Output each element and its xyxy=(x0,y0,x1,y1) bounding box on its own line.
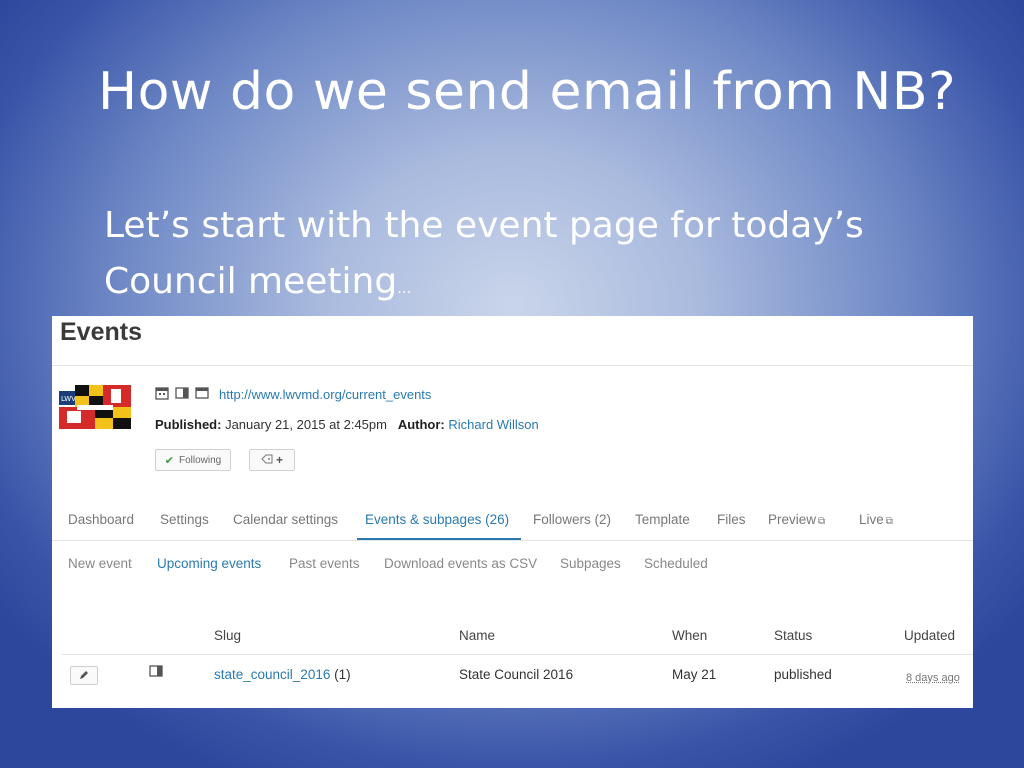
events-screenshot-panel: Events LWV http://www.lwvmd.org/current_… xyxy=(52,316,973,708)
divider xyxy=(62,654,973,655)
slug-link[interactable]: state_council_2016 xyxy=(214,667,330,682)
edit-button[interactable] xyxy=(70,666,98,685)
event-url-link[interactable]: http://www.lwvmd.org/current_events xyxy=(219,387,431,402)
when-cell: May 21 xyxy=(672,667,717,682)
column-header-slug[interactable]: Slug xyxy=(214,628,241,643)
column-header-updated[interactable]: Updated xyxy=(904,628,955,643)
published-label: Published: xyxy=(155,417,222,432)
organization-logo: LWV xyxy=(59,385,131,429)
status-cell: published xyxy=(774,667,832,682)
main-tabs: Dashboard Settings Calendar settings Eve… xyxy=(52,502,973,541)
slide-title: How do we send email from NB? xyxy=(98,62,957,122)
plus-icon: + xyxy=(275,453,283,467)
following-button[interactable]: ✔ Following xyxy=(155,449,231,471)
slug-cell: state_council_2016 (1) xyxy=(214,667,351,682)
tab-preview[interactable]: Preview ⧉ xyxy=(768,502,825,540)
divider xyxy=(52,365,973,366)
column-header-when[interactable]: When xyxy=(672,628,707,643)
subtitle-ellipsis: … xyxy=(397,281,412,297)
author-label: Author: xyxy=(397,417,445,432)
published-date: January 21, 2015 at 2:45pm xyxy=(225,417,387,432)
window-icon[interactable] xyxy=(195,386,209,403)
tab-events-subpages[interactable]: Events & subpages (26) xyxy=(357,502,521,540)
tab-live-label: Live xyxy=(859,512,884,527)
tab-files[interactable]: Files xyxy=(717,502,746,540)
tab-template[interactable]: Template xyxy=(635,502,690,540)
author-link[interactable]: Richard Willson xyxy=(448,417,538,432)
slide-subtitle: Let’s start with the event page for toda… xyxy=(104,198,904,317)
tag-icon xyxy=(261,453,273,467)
tab-dashboard[interactable]: Dashboard xyxy=(68,502,134,540)
name-cell: State Council 2016 xyxy=(459,667,574,682)
publish-meta: Published: January 21, 2015 at 2:45pm Au… xyxy=(155,417,539,432)
subtab-subpages[interactable]: Subpages xyxy=(560,556,621,571)
layout-sidebar-icon[interactable] xyxy=(149,665,163,680)
calendar-icon[interactable] xyxy=(155,386,169,403)
tab-preview-label: Preview xyxy=(768,512,817,527)
tab-settings[interactable]: Settings xyxy=(160,502,209,540)
layout-sidebar-icon[interactable] xyxy=(175,386,189,403)
external-link-icon: ⧉ xyxy=(885,516,893,527)
checkmark-icon: ✔ xyxy=(164,454,174,467)
updated-cell: 8 days ago xyxy=(906,669,960,684)
subtab-download-csv[interactable]: Download events as CSV xyxy=(384,556,537,571)
tab-followers[interactable]: Followers (2) xyxy=(533,502,611,540)
add-tag-button[interactable]: + xyxy=(249,449,295,471)
subtab-upcoming-events[interactable]: Upcoming events xyxy=(157,556,261,571)
page-title: Events xyxy=(60,318,142,346)
subtab-scheduled[interactable]: Scheduled xyxy=(644,556,708,571)
sub-tabs: New event Upcoming events Past events Do… xyxy=(52,556,973,576)
column-header-status[interactable]: Status xyxy=(774,628,812,643)
tab-calendar-settings[interactable]: Calendar settings xyxy=(233,502,338,540)
column-header-name[interactable]: Name xyxy=(459,628,495,643)
svg-text:LWV: LWV xyxy=(61,395,76,403)
updated-time: 8 days ago xyxy=(906,672,960,684)
subtab-past-events[interactable]: Past events xyxy=(289,556,360,571)
external-link-icon: ⧉ xyxy=(818,516,826,527)
event-url-row: http://www.lwvmd.org/current_events xyxy=(155,386,431,403)
pencil-icon xyxy=(79,667,89,685)
slug-count: (1) xyxy=(334,667,351,682)
subtitle-text: Let’s start with the event page for toda… xyxy=(104,205,864,302)
following-label: Following xyxy=(178,454,222,466)
tab-live[interactable]: Live ⧉ xyxy=(859,502,893,540)
subtab-new-event[interactable]: New event xyxy=(68,556,132,571)
